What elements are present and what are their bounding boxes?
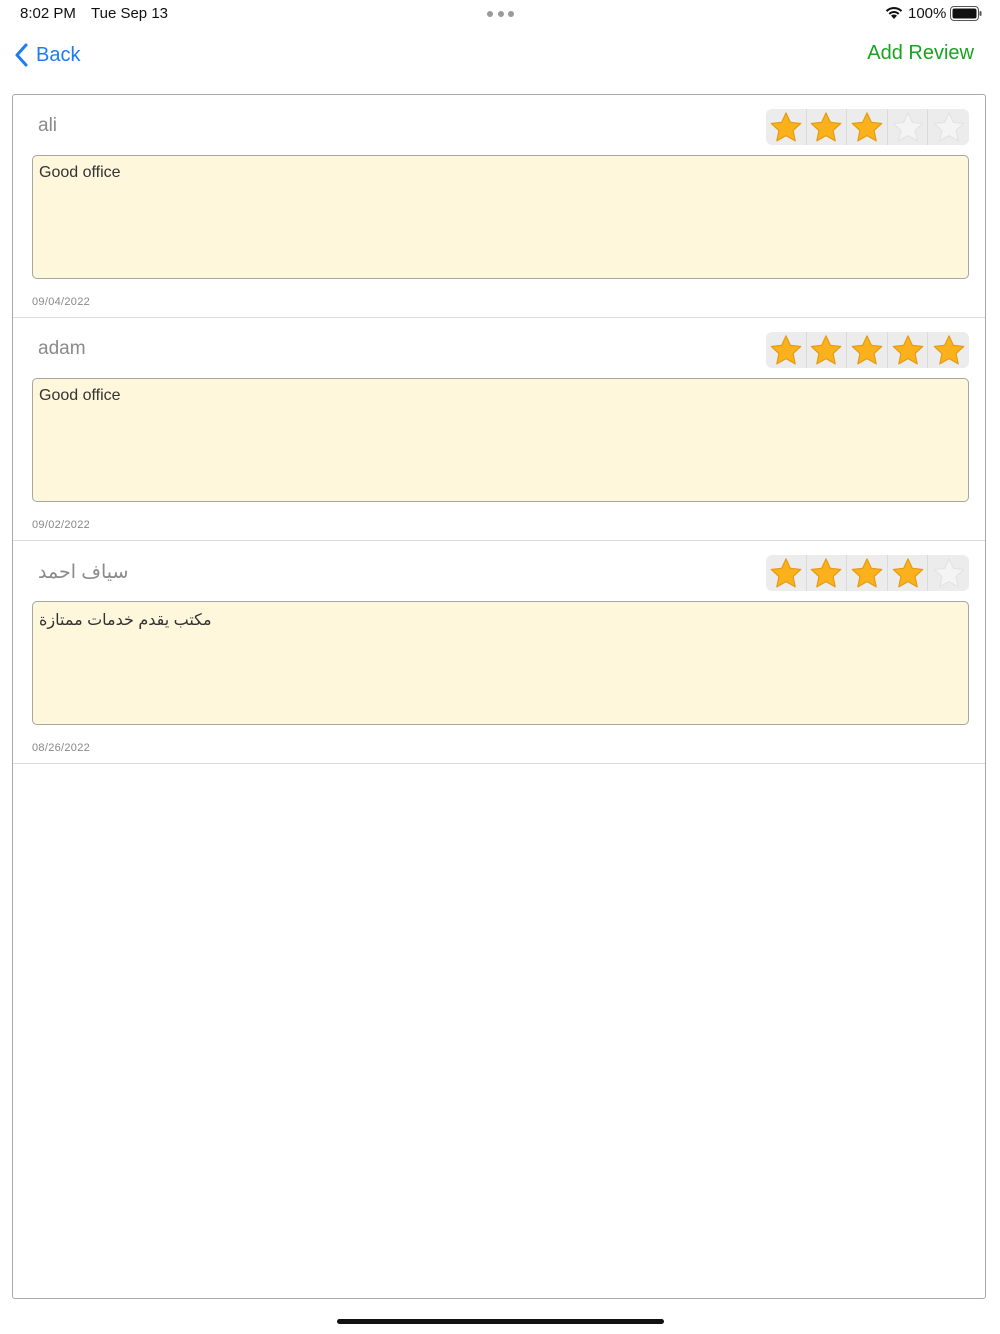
chevron-left-icon xyxy=(15,43,28,67)
star-rating xyxy=(766,555,969,591)
multitasking-dots-icon[interactable] xyxy=(487,11,514,17)
review-text: مكتب يقدم خدمات ممتازة xyxy=(32,601,969,725)
star-filled-icon xyxy=(766,109,807,145)
star-empty-icon xyxy=(928,555,969,591)
status-bar: 8:02 PM Tue Sep 13 100% xyxy=(0,0,1000,28)
wifi-icon xyxy=(885,7,903,19)
star-filled-icon xyxy=(928,332,969,368)
back-label: Back xyxy=(36,43,81,66)
review-cell[interactable]: سياف احمد مكتب يقدم خدمات ممتازة 08/26/202… xyxy=(13,541,985,764)
reviewer-name: سياف احمد xyxy=(38,562,129,583)
star-empty-icon xyxy=(888,109,929,145)
battery-icon xyxy=(950,6,982,21)
star-filled-icon xyxy=(847,332,888,368)
star-filled-icon xyxy=(807,332,848,368)
navigation-bar: Back Add Review xyxy=(0,28,1000,84)
reviewer-name: ali xyxy=(38,115,58,136)
star-filled-icon xyxy=(847,555,888,591)
add-review-button[interactable]: Add Review xyxy=(867,42,974,65)
status-time: 8:02 PM xyxy=(20,5,76,22)
back-button[interactable]: Back xyxy=(14,40,80,70)
star-filled-icon xyxy=(807,109,848,145)
review-text: Good office xyxy=(32,155,969,279)
review-date: 09/04/2022 xyxy=(32,296,91,308)
reviews-list[interactable]: ali Good office 09/04/2022 adam Good office 0… xyxy=(12,94,986,1299)
star-filled-icon xyxy=(888,555,929,591)
reviewer-name: adam xyxy=(38,338,86,359)
review-cell[interactable]: ali Good office 09/04/2022 xyxy=(13,95,985,318)
star-filled-icon xyxy=(807,555,848,591)
home-indicator[interactable] xyxy=(337,1319,664,1324)
star-filled-icon xyxy=(847,109,888,145)
review-date: 09/02/2022 xyxy=(32,519,91,531)
star-filled-icon xyxy=(766,332,807,368)
star-empty-icon xyxy=(928,109,969,145)
star-rating xyxy=(766,332,969,368)
star-filled-icon xyxy=(888,332,929,368)
status-date: Tue Sep 13 xyxy=(91,5,168,22)
star-rating xyxy=(766,109,969,145)
star-filled-icon xyxy=(766,555,807,591)
review-cell[interactable]: adam Good office 09/02/2022 xyxy=(13,318,985,541)
battery-percentage: 100% xyxy=(908,5,947,22)
review-text: Good office xyxy=(32,378,969,502)
review-date: 08/26/2022 xyxy=(32,742,91,754)
